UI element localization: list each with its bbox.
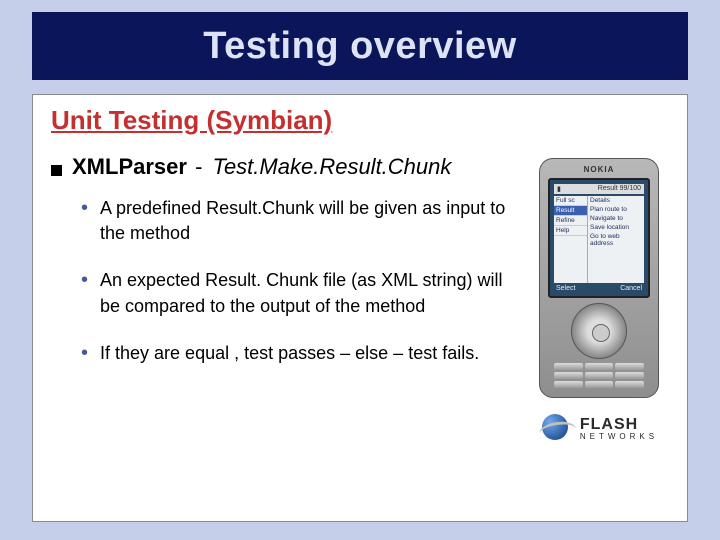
right-column: NOKIA ▮ Result 99/100 Full sc Result Ref… (529, 154, 669, 460)
list-item: • A predefined Result.Chunk will be give… (81, 196, 517, 246)
main-italic: Test.Make.Result.Chunk (213, 154, 452, 179)
phone-keypad-area (548, 302, 650, 389)
phone-menu: Full sc Result Refine Help Details Plan … (554, 196, 644, 283)
list-item: • An expected Result. Chunk file (as XML… (81, 268, 517, 318)
dot-bullet-icon: • (81, 196, 88, 246)
main-dash: - (195, 154, 202, 179)
globe-swoosh-icon (540, 412, 574, 446)
section-heading: Unit Testing (Symbian) (51, 105, 669, 136)
square-bullet-icon (51, 165, 62, 176)
dot-bullet-icon: • (81, 268, 88, 318)
main-bold: XMLParser (72, 154, 187, 179)
phone-screen: ▮ Result 99/100 Full sc Result Refine He… (548, 178, 650, 298)
logo-text: FLASH NETWORKS (580, 417, 658, 441)
phone-softkeys: Select Cancel (554, 285, 644, 292)
text-column: XMLParser - Test.Make.Result.Chunk • A p… (51, 154, 517, 460)
dot-bullet-icon: • (81, 341, 88, 366)
dpad-icon (571, 303, 627, 359)
sub-bullet-list: • A predefined Result.Chunk will be give… (81, 196, 517, 366)
content-card: Unit Testing (Symbian) XMLParser - Test.… (32, 94, 688, 522)
title-bar: Testing overview (32, 12, 688, 80)
body-row: XMLParser - Test.Make.Result.Chunk • A p… (51, 154, 669, 460)
phone-mockup: NOKIA ▮ Result 99/100 Full sc Result Ref… (539, 158, 659, 398)
keypad-icon (554, 363, 644, 388)
company-logo: FLASH NETWORKS (529, 398, 669, 460)
list-item: • If they are equal , test passes – else… (81, 341, 517, 366)
main-bullet: XMLParser - Test.Make.Result.Chunk (51, 154, 517, 180)
phone-brand-label: NOKIA (548, 165, 650, 174)
slide-title: Testing overview (203, 25, 517, 68)
phone-status-bar: ▮ Result 99/100 (554, 184, 644, 194)
phone-menu-right: Details Plan route to Navigate to Save l… (588, 196, 644, 283)
phone-menu-left: Full sc Result Refine Help (554, 196, 588, 283)
